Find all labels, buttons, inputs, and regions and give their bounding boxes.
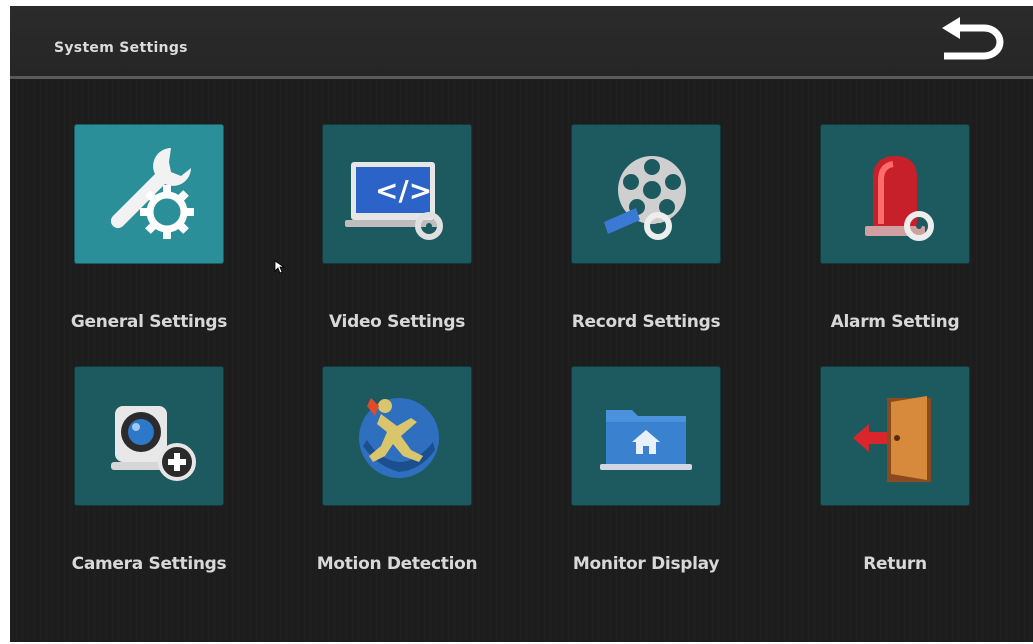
back-arrow-icon xyxy=(942,17,1004,60)
tile-video-settings-label: Video Settings xyxy=(328,312,466,332)
tile-general-settings[interactable]: General Settings xyxy=(71,124,227,332)
tile-alarm-setting-icon-box xyxy=(820,124,970,264)
tile-record-settings-icon-box xyxy=(571,124,721,264)
monitor-code-gear-icon: </> xyxy=(345,162,443,240)
home-folder-display-icon xyxy=(600,410,692,470)
mouse-pointer-icon xyxy=(274,260,286,274)
tile-general-settings-icon-box xyxy=(74,124,224,264)
tile-monitor-display[interactable]: Monitor Display xyxy=(571,366,721,574)
exit-door-arrow-icon xyxy=(853,396,931,482)
page-title: System Settings xyxy=(54,40,188,56)
tile-return-label: Return xyxy=(863,554,927,574)
tile-monitor-display-label: Monitor Display xyxy=(572,554,720,574)
film-reel-gear-icon xyxy=(604,156,686,240)
tile-general-settings-label: General Settings xyxy=(70,312,228,332)
alarm-siren-gear-icon xyxy=(865,156,934,241)
tile-motion-detection-icon-box xyxy=(322,366,472,506)
tile-video-settings-icon-box: </> xyxy=(322,124,472,264)
tile-motion-detection-label: Motion Detection xyxy=(316,554,478,574)
tile-video-settings[interactable]: </> Video Settings xyxy=(322,124,472,332)
tile-record-settings-label: Record Settings xyxy=(571,312,721,332)
back-button[interactable] xyxy=(932,14,1006,70)
running-figure-icon xyxy=(359,398,439,478)
tile-alarm-setting-label: Alarm Setting xyxy=(830,312,960,332)
svg-text:</>: </> xyxy=(375,174,432,207)
wrench-gear-icon xyxy=(110,148,194,239)
tile-return[interactable]: Return xyxy=(820,366,970,574)
tile-monitor-display-icon-box xyxy=(571,366,721,506)
tile-camera-settings-icon-box xyxy=(74,366,224,506)
tile-record-settings[interactable]: Record Settings xyxy=(571,124,721,332)
system-settings-screen: System Settings General Settings </> Vid… xyxy=(10,6,1033,642)
tile-alarm-setting[interactable]: Alarm Setting xyxy=(820,124,970,332)
tile-camera-settings[interactable]: Camera Settings xyxy=(72,366,227,574)
tile-return-icon-box xyxy=(820,366,970,506)
webcam-plus-icon xyxy=(111,406,196,481)
tile-motion-detection[interactable]: Motion Detection xyxy=(317,366,478,574)
title-bar: System Settings xyxy=(10,6,1033,79)
tile-camera-settings-label: Camera Settings xyxy=(71,554,227,574)
